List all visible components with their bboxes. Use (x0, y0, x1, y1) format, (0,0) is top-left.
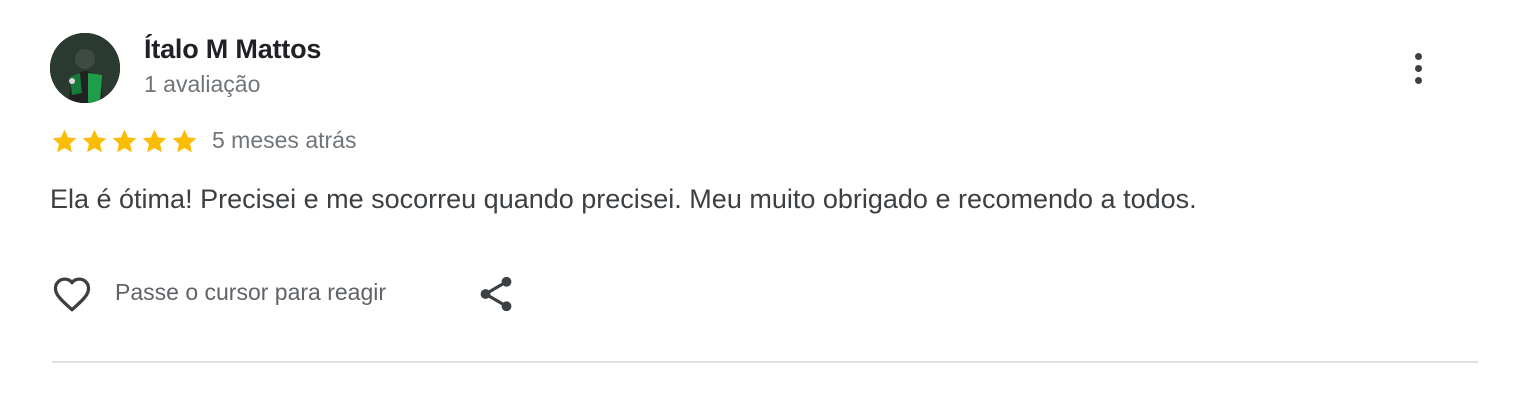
star-icon (82, 129, 107, 152)
more-vert-icon-dot (1414, 64, 1422, 72)
star-icon (172, 129, 197, 152)
share-button[interactable] (475, 273, 517, 315)
divider (52, 361, 1478, 363)
review-text: Ela é ótima! Precisei e me socorreu quan… (50, 184, 1197, 214)
profile-photo (50, 33, 120, 103)
share-icon (480, 276, 512, 312)
review-time: 5 meses atrás (212, 127, 357, 153)
heart-outline-icon (53, 277, 91, 312)
more-vert-icon-dot (1414, 76, 1422, 84)
reviewer-review-count: 1 avaliação (144, 71, 261, 97)
star-icon (142, 129, 167, 152)
more-vert-icon (1414, 52, 1422, 60)
review-card: Ítalo M Mattos 1 avaliação 5 meses atrás… (0, 0, 1525, 400)
star-icon (112, 129, 137, 152)
react-heart-button[interactable] (50, 272, 94, 316)
star-rating (50, 126, 199, 156)
reviewer-name[interactable]: Ítalo M Mattos (144, 34, 321, 65)
avatar[interactable] (50, 33, 120, 103)
react-label[interactable]: Passe o cursor para reagir (115, 279, 386, 306)
star-icon (52, 129, 77, 152)
more-options-button[interactable] (1398, 44, 1438, 92)
